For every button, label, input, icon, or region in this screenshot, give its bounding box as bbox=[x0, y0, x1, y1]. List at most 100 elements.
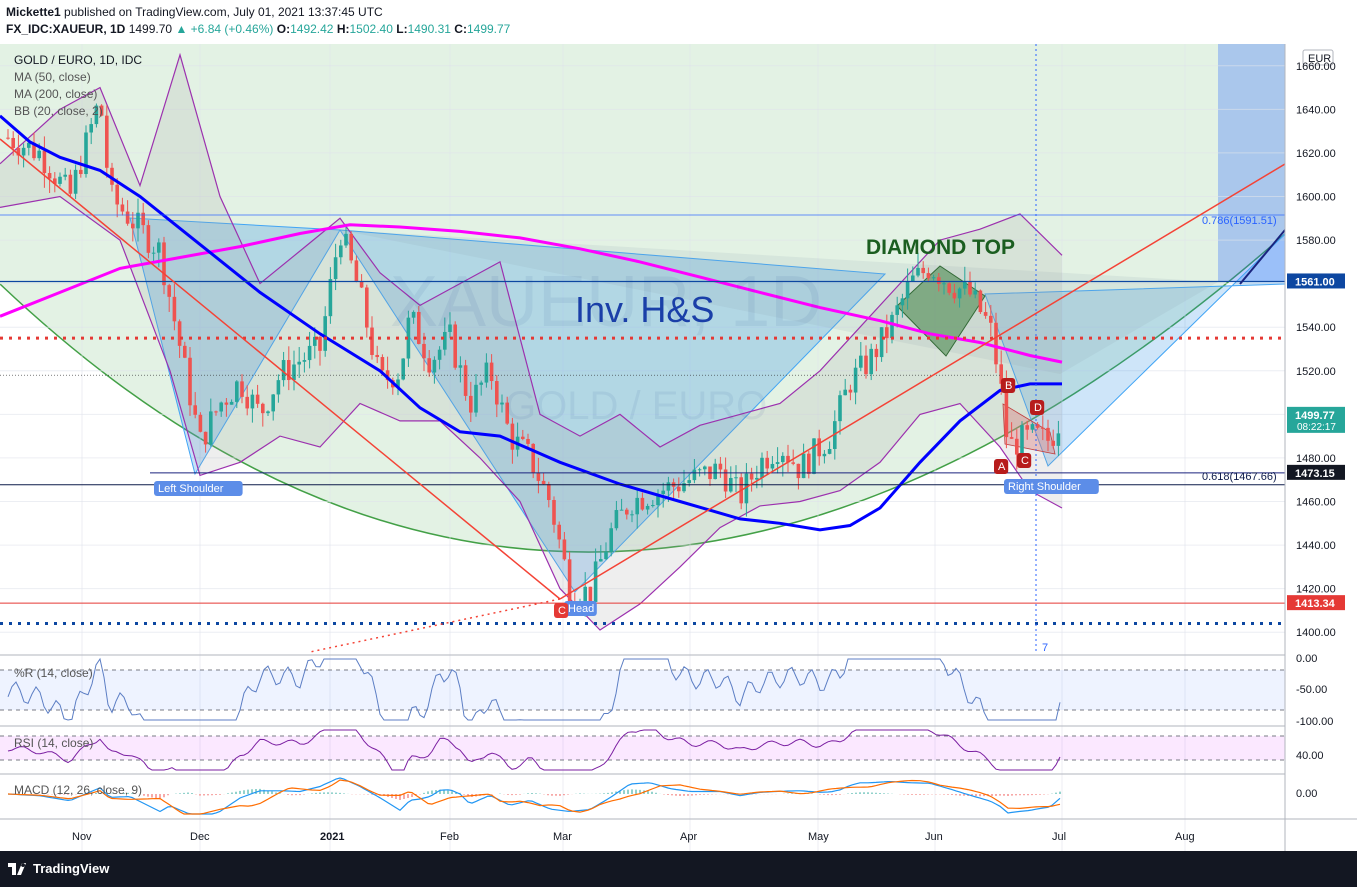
rsi-label: RSI (14, close) bbox=[14, 736, 93, 750]
price-tick: 1640.00 bbox=[1296, 104, 1336, 116]
legend-title[interactable]: GOLD / EURO, 1D, IDC bbox=[14, 53, 142, 67]
candle-body bbox=[266, 411, 270, 414]
candle-body bbox=[151, 252, 156, 254]
publisher-name[interactable]: Mickette1 bbox=[6, 5, 61, 19]
rsi-tick: 40.00 bbox=[1296, 750, 1324, 762]
candle-body bbox=[193, 405, 197, 415]
tradingview-logo-icon[interactable] bbox=[8, 861, 28, 877]
close-label: C: bbox=[454, 22, 467, 36]
high-value: 1502.40 bbox=[349, 22, 393, 36]
candle-body bbox=[105, 115, 109, 168]
candle-body bbox=[848, 389, 853, 393]
candle-body bbox=[380, 357, 385, 371]
candle-body bbox=[926, 273, 931, 279]
candle-body bbox=[989, 315, 993, 323]
candle-body bbox=[115, 184, 119, 205]
candle-body bbox=[957, 288, 962, 299]
time-axis[interactable]: Nov Dec 2021 Feb Mar Apr May Jun Jul Aug bbox=[0, 818, 1357, 843]
candle-body bbox=[458, 365, 463, 368]
legend-ma50[interactable]: MA (50, close) bbox=[14, 70, 91, 84]
candle-body bbox=[827, 449, 832, 454]
candle-body bbox=[801, 453, 806, 479]
candle-body bbox=[885, 327, 889, 339]
candle-body bbox=[172, 296, 177, 322]
candle-body bbox=[250, 394, 255, 409]
candle-body bbox=[781, 455, 785, 463]
candle-body bbox=[209, 411, 213, 445]
abcd-a-text: A bbox=[998, 461, 1006, 473]
candle-body bbox=[661, 490, 665, 495]
candle-body bbox=[921, 267, 925, 274]
candle-body bbox=[645, 505, 650, 510]
candle-body bbox=[344, 233, 348, 246]
chart-canvas[interactable]: XAUEUR, 1D GOLD / EURO Inv. H&S DIAMOND … bbox=[0, 44, 1357, 851]
candle-body bbox=[526, 438, 530, 444]
low-label: L: bbox=[396, 22, 408, 36]
candle-body bbox=[323, 316, 327, 351]
footer-brand[interactable]: TradingView bbox=[33, 861, 109, 876]
candle-body bbox=[619, 509, 624, 511]
price-label: 1561.00 bbox=[1295, 276, 1335, 288]
candle-body bbox=[89, 124, 93, 133]
candle-body bbox=[905, 281, 910, 299]
abcd-b-text: B bbox=[1005, 380, 1012, 392]
candle-body bbox=[1015, 438, 1019, 455]
candle-body bbox=[1025, 425, 1029, 430]
candle-body bbox=[796, 463, 801, 479]
candle-body bbox=[687, 480, 691, 484]
diamond-top-label: DIAMOND TOP bbox=[866, 236, 1015, 259]
candle-body bbox=[968, 281, 972, 295]
candle-body bbox=[864, 355, 868, 375]
rsi-band bbox=[0, 736, 1285, 760]
candle-body bbox=[812, 438, 816, 474]
candle-body bbox=[703, 466, 707, 470]
candle-body bbox=[432, 359, 437, 373]
open-value: 1492.42 bbox=[290, 22, 334, 36]
price-label: 1499.77 bbox=[1295, 410, 1335, 422]
candle-body bbox=[609, 528, 613, 552]
open-label: O: bbox=[276, 22, 291, 36]
fib-786-label: 0.786(1591.51) bbox=[1202, 215, 1277, 227]
candle-body bbox=[911, 275, 915, 282]
candle-body bbox=[255, 394, 260, 404]
candle-body bbox=[853, 367, 858, 393]
candle-body bbox=[734, 477, 738, 479]
marker-c-text: C bbox=[558, 605, 566, 617]
candle-body bbox=[162, 242, 166, 286]
candle-body bbox=[890, 314, 894, 339]
candle-body bbox=[822, 453, 827, 457]
candle-body bbox=[219, 402, 223, 412]
candle-body bbox=[307, 345, 312, 361]
candle-body bbox=[869, 348, 873, 375]
price-axis[interactable]: EUR1660.001640.001620.001600.001580.0015… bbox=[1284, 44, 1357, 851]
candle-body bbox=[198, 414, 203, 432]
oscillator-panes: %R (14, close) RSI (14, close) MACD (12, 2… bbox=[0, 654, 1285, 820]
candle-body bbox=[791, 462, 795, 464]
price-tick: 1460.00 bbox=[1296, 497, 1336, 509]
candle-body bbox=[42, 150, 47, 174]
candle-body bbox=[713, 463, 717, 480]
legend-bb[interactable]: BB (20, close, 2) bbox=[14, 104, 103, 118]
candle-body bbox=[183, 345, 187, 358]
candle-body bbox=[146, 225, 151, 253]
high-label: H: bbox=[336, 22, 350, 36]
price-tick: 1480.00 bbox=[1296, 453, 1336, 465]
candle-body bbox=[328, 279, 333, 317]
candle-body bbox=[437, 349, 442, 360]
count-7-label: 7 bbox=[1042, 642, 1048, 654]
candle-body bbox=[229, 401, 234, 405]
candle-body bbox=[224, 402, 229, 405]
candle-body bbox=[983, 312, 988, 316]
candle-body bbox=[240, 381, 244, 397]
legend-ma200[interactable]: MA (200, close) bbox=[14, 87, 97, 101]
candle-body bbox=[625, 509, 629, 515]
price-tick: 1600.00 bbox=[1296, 192, 1336, 204]
candle-body bbox=[630, 514, 634, 516]
candle-body bbox=[214, 411, 218, 413]
candle-body bbox=[749, 473, 754, 480]
willr-tick: 0.00 bbox=[1296, 653, 1317, 665]
price-tick: 1440.00 bbox=[1296, 540, 1336, 552]
willr-label: %R (14, close) bbox=[14, 666, 93, 680]
candle-body bbox=[677, 486, 681, 492]
candle-body bbox=[245, 396, 249, 409]
